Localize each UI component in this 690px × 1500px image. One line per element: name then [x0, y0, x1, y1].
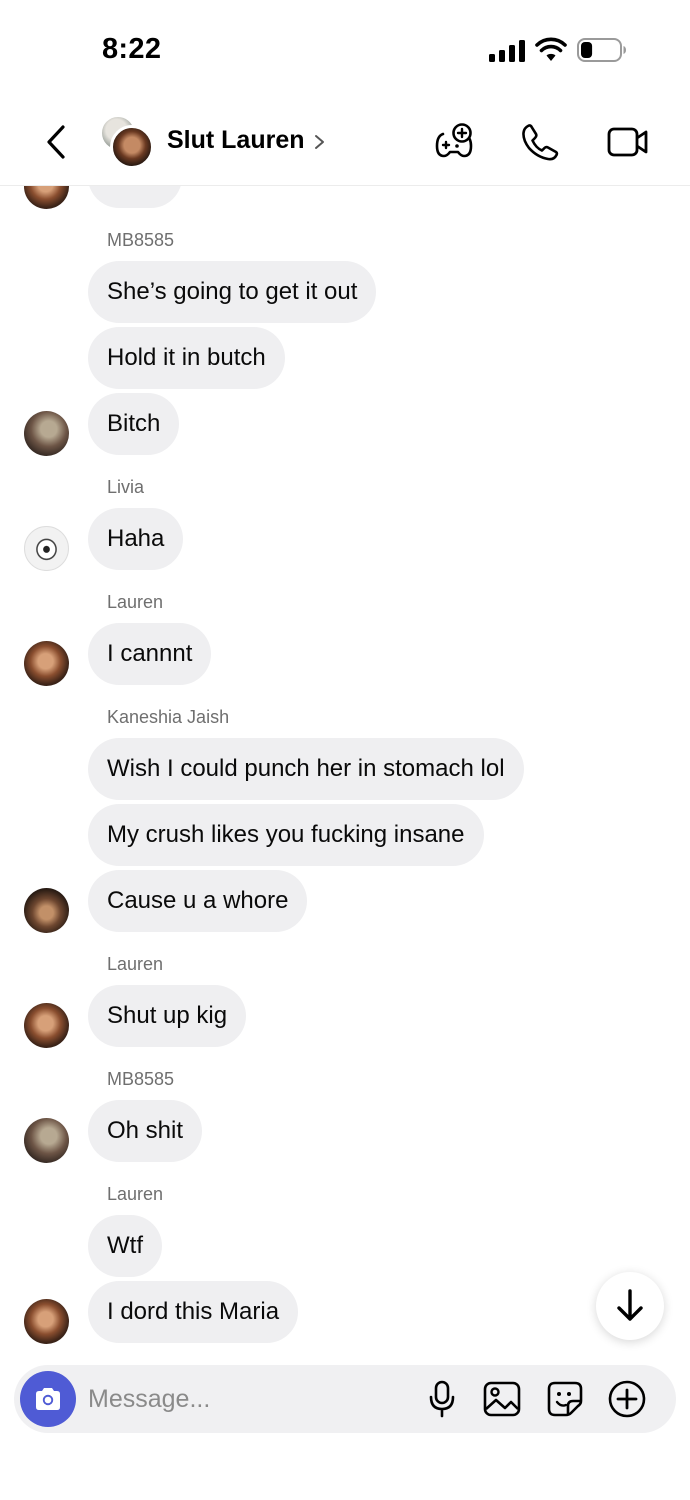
message-bubble[interactable]: I cannnt: [88, 623, 212, 685]
group-avatar[interactable]: [100, 115, 154, 169]
sender-name: Livia: [107, 477, 145, 497]
chat-title[interactable]: Slut Lauren: [167, 126, 305, 155]
sender-name: MB8585: [107, 1069, 175, 1089]
message-bubble[interactable]: Haha: [88, 508, 184, 570]
message-bubble[interactable]: Shut up kig: [88, 985, 247, 1047]
voice-message-button[interactable]: [422, 1379, 462, 1419]
back-button[interactable]: [40, 122, 72, 162]
camera-button[interactable]: [20, 1371, 76, 1427]
games-icon: [435, 123, 473, 158]
sender-name: Kaneshia Jaish: [107, 707, 230, 727]
cellular-signal-icon: [489, 40, 525, 62]
message-bubble[interactable]: Wish I could punch her in stomach lol: [88, 738, 524, 800]
back-icon: [47, 125, 65, 159]
sender-name: Lauren: [107, 1184, 164, 1204]
message-bubble[interactable]: Hold it in butch: [88, 327, 285, 389]
phone-icon: [522, 124, 559, 161]
add-icon: [608, 1380, 646, 1418]
camera-icon: [36, 1388, 60, 1410]
arrow-down-icon: [617, 1289, 643, 1321]
sticker-button[interactable]: [545, 1379, 585, 1419]
chat-header: Slut Lauren: [0, 100, 690, 186]
sender-name: Lauren: [107, 954, 164, 974]
gallery-icon: [483, 1381, 521, 1417]
message-bubble[interactable]: Cause u a whore: [88, 870, 308, 932]
gallery-button[interactable]: [482, 1379, 522, 1419]
group-avatar-member: [110, 125, 154, 169]
message-composer: [14, 1365, 676, 1433]
sender-avatar[interactable]: [24, 1299, 69, 1344]
sender-avatar[interactable]: [24, 641, 69, 686]
chevron-right-icon[interactable]: [313, 129, 327, 155]
sender-avatar[interactable]: [24, 526, 69, 571]
sender-name: MB8585: [107, 230, 175, 250]
sender-avatar[interactable]: [24, 888, 69, 933]
video-call-button[interactable]: [606, 120, 650, 164]
sender-name: Lauren: [107, 592, 164, 612]
sender-avatar[interactable]: [24, 411, 69, 456]
video-icon: [607, 127, 648, 157]
status-bar: 8:22: [0, 0, 690, 100]
sticker-icon: [547, 1381, 583, 1417]
battery-icon: [577, 38, 627, 62]
message-bubble[interactable]: Wtf: [88, 1215, 162, 1277]
sender-avatar[interactable]: [24, 186, 69, 209]
message-input[interactable]: [88, 1379, 408, 1419]
more-options-button[interactable]: [607, 1379, 647, 1419]
voice-call-button[interactable]: [518, 120, 562, 164]
message-bubble[interactable]: Bitch: [88, 393, 180, 455]
status-time: 8:22: [102, 33, 162, 65]
message-bubble[interactable]: She’s going to get it out: [88, 261, 377, 323]
sender-avatar[interactable]: [24, 1003, 69, 1048]
message-bubble[interactable]: [88, 186, 182, 208]
microphone-icon: [429, 1380, 455, 1418]
wifi-icon: [535, 37, 567, 63]
message-bubble[interactable]: I dord this Maria: [88, 1281, 299, 1343]
scroll-to-bottom-button[interactable]: [596, 1272, 664, 1340]
message-bubble[interactable]: Oh shit: [88, 1100, 203, 1162]
message-thread[interactable]: MB8585 She’s going to get it out Hold it…: [0, 186, 690, 1362]
sender-avatar[interactable]: [24, 1118, 69, 1163]
games-button[interactable]: [432, 120, 476, 164]
message-bubble[interactable]: My crush likes you fucking insane: [88, 804, 484, 866]
